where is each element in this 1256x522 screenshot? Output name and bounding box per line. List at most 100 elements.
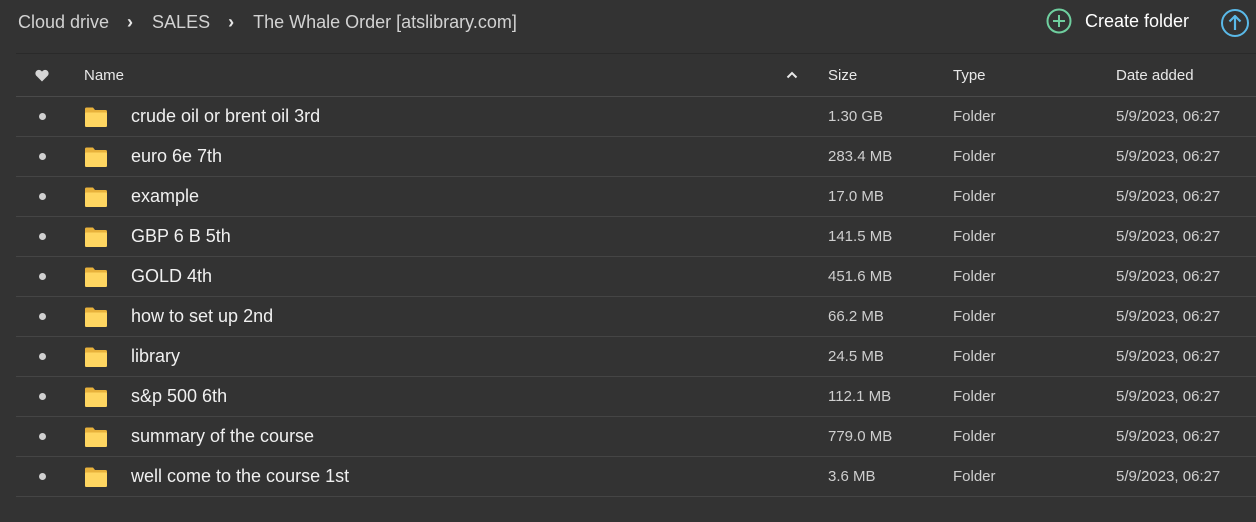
row-size: 451.6 MB bbox=[828, 268, 893, 285]
row-size: 24.5 MB bbox=[828, 348, 884, 365]
row-size: 17.0 MB bbox=[828, 188, 884, 205]
create-folder-label: Create folder bbox=[1085, 10, 1190, 31]
name-column-header[interactable]: Name bbox=[84, 54, 124, 96]
table-header: Name Size Type Date added bbox=[16, 53, 1256, 97]
row-date: 5/9/2023, 06:27 bbox=[1116, 388, 1221, 405]
create-folder-button[interactable]: Create folder bbox=[1046, 8, 1189, 34]
row-date: 5/9/2023, 06:27 bbox=[1116, 148, 1221, 165]
chevron-right-icon: › bbox=[228, 12, 235, 32]
breadcrumb-item-cloud-drive[interactable]: Cloud drive bbox=[18, 12, 109, 33]
favorite-toggle[interactable] bbox=[30, 337, 54, 376]
row-name[interactable]: GOLD 4th bbox=[131, 257, 212, 296]
bullet-icon bbox=[38, 273, 46, 280]
row-date: 5/9/2023, 06:27 bbox=[1116, 228, 1221, 245]
row-size: 1.30 GB bbox=[828, 108, 884, 125]
bullet-icon bbox=[38, 473, 46, 480]
row-size: 112.1 MB bbox=[828, 388, 892, 405]
type-column-header[interactable]: Type bbox=[953, 54, 986, 96]
row-date: 5/9/2023, 06:27 bbox=[1116, 308, 1221, 325]
row-size: 283.4 MB bbox=[828, 148, 893, 165]
row-name[interactable]: how to set up 2nd bbox=[131, 297, 273, 336]
folder-icon bbox=[84, 417, 108, 456]
bullet-icon bbox=[38, 193, 46, 200]
row-date: 5/9/2023, 06:27 bbox=[1116, 108, 1221, 125]
folder-icon bbox=[84, 257, 108, 296]
bullet-icon bbox=[38, 313, 46, 320]
row-type: Folder bbox=[953, 108, 996, 125]
table-row[interactable]: euro 6e 7th 283.4 MB Folder 5/9/2023, 06:27 bbox=[16, 137, 1256, 177]
favorite-toggle[interactable] bbox=[30, 177, 54, 216]
row-name[interactable]: crude oil or brent oil 3rd bbox=[131, 97, 320, 136]
favorite-toggle[interactable] bbox=[30, 417, 54, 456]
favorite-toggle[interactable] bbox=[30, 97, 54, 136]
row-name[interactable]: GBP 6 B 5th bbox=[131, 217, 231, 256]
folder-icon bbox=[84, 457, 108, 496]
row-type: Folder bbox=[953, 268, 996, 285]
bullet-icon bbox=[38, 353, 46, 360]
favorite-toggle[interactable] bbox=[30, 297, 54, 336]
row-type: Folder bbox=[953, 228, 996, 245]
heart-icon bbox=[35, 69, 49, 81]
table-row[interactable]: example 17.0 MB Folder 5/9/2023, 06:27 bbox=[16, 177, 1256, 217]
row-date: 5/9/2023, 06:27 bbox=[1116, 268, 1221, 285]
favorite-column-header[interactable] bbox=[30, 54, 54, 96]
folder-icon bbox=[84, 377, 108, 416]
file-table: Name Size Type Date added crude oil or b… bbox=[16, 53, 1256, 497]
breadcrumb: Cloud drive › SALES › The Whale Order [a… bbox=[18, 12, 517, 33]
favorite-toggle[interactable] bbox=[30, 137, 54, 176]
bullet-icon bbox=[38, 393, 46, 400]
row-name[interactable]: library bbox=[131, 337, 180, 376]
folder-icon bbox=[84, 217, 108, 256]
row-name[interactable]: well come to the course 1st bbox=[131, 457, 349, 496]
row-type: Folder bbox=[953, 188, 996, 205]
size-column-header[interactable]: Size bbox=[828, 54, 857, 96]
folder-icon bbox=[84, 337, 108, 376]
bullet-icon bbox=[38, 113, 46, 120]
favorite-toggle[interactable] bbox=[30, 217, 54, 256]
folder-icon bbox=[84, 297, 108, 336]
chevron-right-icon: › bbox=[127, 12, 134, 32]
row-size: 779.0 MB bbox=[828, 428, 893, 445]
breadcrumb-item-current-folder: The Whale Order [atslibrary.com] bbox=[253, 12, 517, 32]
row-type: Folder bbox=[953, 388, 996, 405]
table-row[interactable]: s&p 500 6th 112.1 MB Folder 5/9/2023, 06:27 bbox=[16, 377, 1256, 417]
top-bar: Cloud drive › SALES › The Whale Order [a… bbox=[0, 0, 1256, 46]
row-name[interactable]: s&p 500 6th bbox=[131, 377, 227, 416]
row-size: 141.5 MB bbox=[828, 228, 893, 245]
row-type: Folder bbox=[953, 468, 996, 485]
row-name[interactable]: summary of the course bbox=[131, 417, 314, 456]
table-row[interactable]: how to set up 2nd 66.2 MB Folder 5/9/2023, … bbox=[16, 297, 1256, 337]
row-size: 66.2 MB bbox=[828, 308, 884, 325]
sort-ascending-icon[interactable] bbox=[784, 54, 800, 96]
row-size: 3.6 MB bbox=[828, 468, 876, 485]
row-type: Folder bbox=[953, 148, 996, 165]
row-date: 5/9/2023, 06:27 bbox=[1116, 348, 1221, 365]
date-added-column-header[interactable]: Date added bbox=[1116, 54, 1194, 96]
favorite-toggle[interactable] bbox=[30, 377, 54, 416]
row-type: Folder bbox=[953, 428, 996, 445]
folder-icon bbox=[84, 137, 108, 176]
row-date: 5/9/2023, 06:27 bbox=[1116, 428, 1221, 445]
table-body: crude oil or brent oil 3rd 1.30 GB Folder 5… bbox=[16, 97, 1256, 497]
table-row[interactable]: crude oil or brent oil 3rd 1.30 GB Folder 5… bbox=[16, 97, 1256, 137]
folder-icon bbox=[84, 97, 108, 136]
favorite-toggle[interactable] bbox=[30, 257, 54, 296]
row-type: Folder bbox=[953, 308, 996, 325]
bullet-icon bbox=[38, 433, 46, 440]
row-name[interactable]: euro 6e 7th bbox=[131, 137, 222, 176]
bullet-icon bbox=[38, 233, 46, 240]
table-row[interactable]: well come to the course 1st 3.6 MB Folder 5… bbox=[16, 457, 1256, 497]
upload-button[interactable] bbox=[1220, 8, 1250, 38]
folder-icon bbox=[84, 177, 108, 216]
table-row[interactable]: GBP 6 B 5th 141.5 MB Folder 5/9/2023, 06:27 bbox=[16, 217, 1256, 257]
favorite-toggle[interactable] bbox=[30, 457, 54, 496]
bullet-icon bbox=[38, 153, 46, 160]
breadcrumb-item-sales[interactable]: SALES bbox=[152, 12, 210, 33]
table-row[interactable]: GOLD 4th 451.6 MB Folder 5/9/2023, 06:27 bbox=[16, 257, 1256, 297]
row-date: 5/9/2023, 06:27 bbox=[1116, 468, 1221, 485]
row-name[interactable]: example bbox=[131, 177, 199, 216]
table-row[interactable]: summary of the course 779.0 MB Folder 5/9/2… bbox=[16, 417, 1256, 457]
row-date: 5/9/2023, 06:27 bbox=[1116, 188, 1221, 205]
table-row[interactable]: library 24.5 MB Folder 5/9/2023, 06:27 bbox=[16, 337, 1256, 377]
row-type: Folder bbox=[953, 348, 996, 365]
